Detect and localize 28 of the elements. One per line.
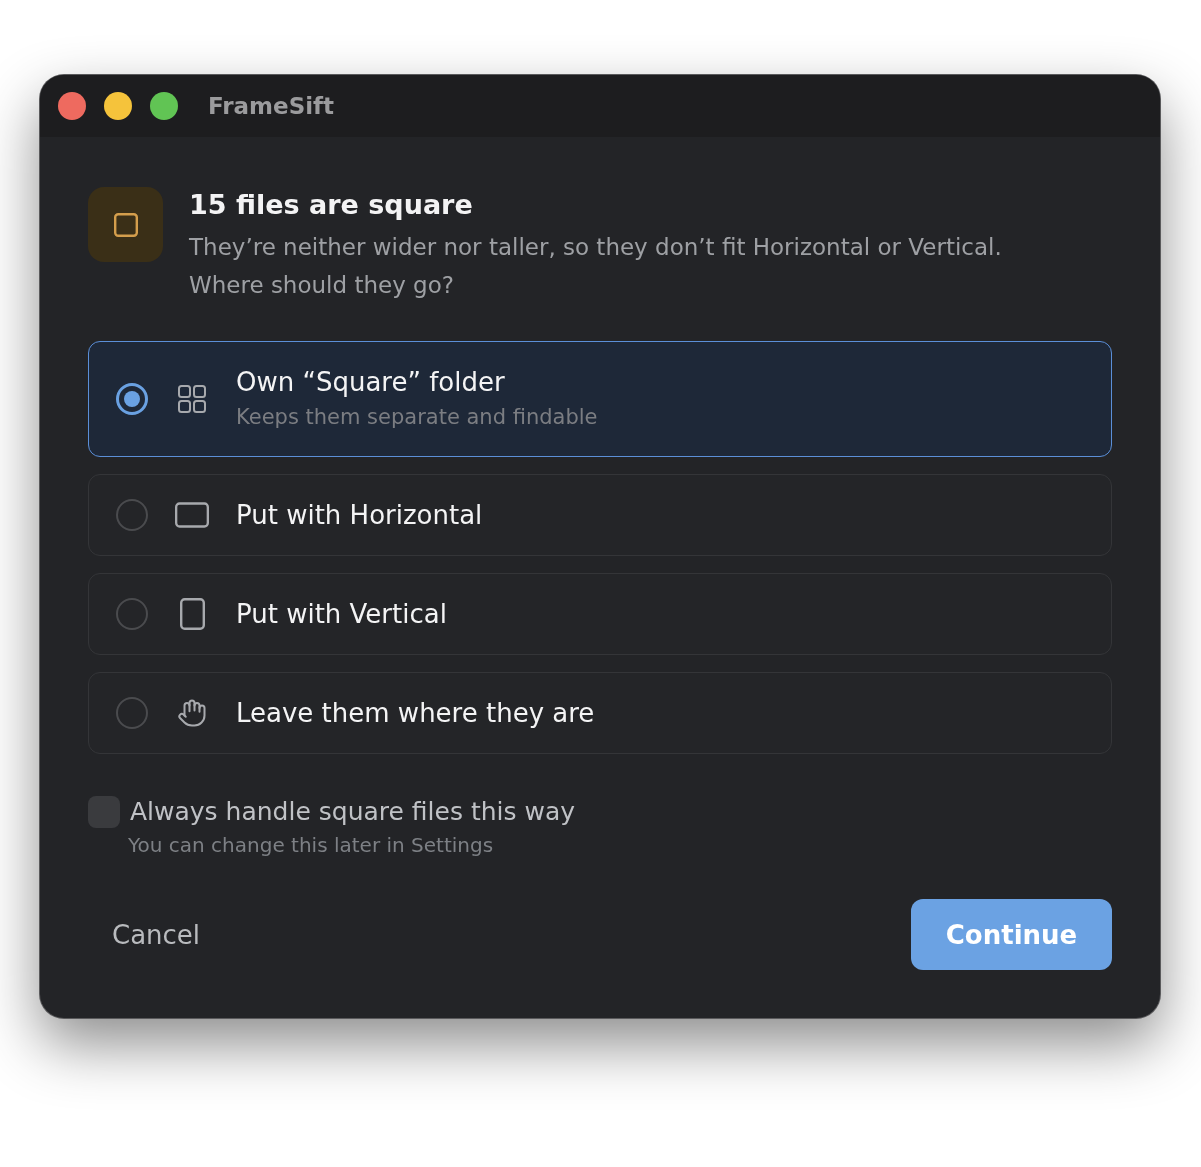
option-description: Keeps them separate and findable: [236, 404, 598, 431]
minimize-button[interactable]: [104, 92, 132, 120]
hand-icon: [177, 698, 207, 728]
dialog-title: 15 files are square: [189, 188, 474, 222]
option-card[interactable]: Put with Horizontal: [88, 474, 1112, 556]
dialog-message: They’re neither wider nor taller, so they don’t fit Horizontal or Vertical. Where should they go?: [189, 233, 1003, 300]
checkbox-label: Always handle square files this way: [130, 796, 576, 828]
window-title: FrameSift: [208, 93, 335, 119]
close-button[interactable]: [58, 92, 86, 120]
portrait-rectangle-icon: [179, 598, 205, 630]
zoom-button[interactable]: [150, 92, 178, 120]
option-label: Own “Square” folder: [236, 366, 506, 398]
grid-icon: [178, 385, 206, 413]
checkbox-hint: You can change this later in Settings: [128, 832, 495, 859]
option-card[interactable]: Leave them where they are: [88, 672, 1112, 754]
option-card[interactable]: Own “Square” folder Keeps them separate and findable: [88, 341, 1112, 457]
option-label: Put with Horizontal: [236, 499, 483, 531]
landscape-rectangle-icon: [175, 502, 209, 528]
cancel-button[interactable]: Cancel: [112, 918, 201, 951]
radio-button[interactable]: [116, 697, 148, 729]
option-card[interactable]: Put with Vertical: [88, 573, 1112, 655]
option-label: Put with Vertical: [236, 598, 447, 630]
square-icon: [88, 187, 163, 262]
option-label: Leave them where they are: [236, 697, 595, 729]
radio-button[interactable]: [116, 383, 148, 415]
radio-button[interactable]: [116, 499, 148, 531]
radio-button[interactable]: [116, 598, 148, 630]
checkbox[interactable]: [88, 796, 120, 828]
